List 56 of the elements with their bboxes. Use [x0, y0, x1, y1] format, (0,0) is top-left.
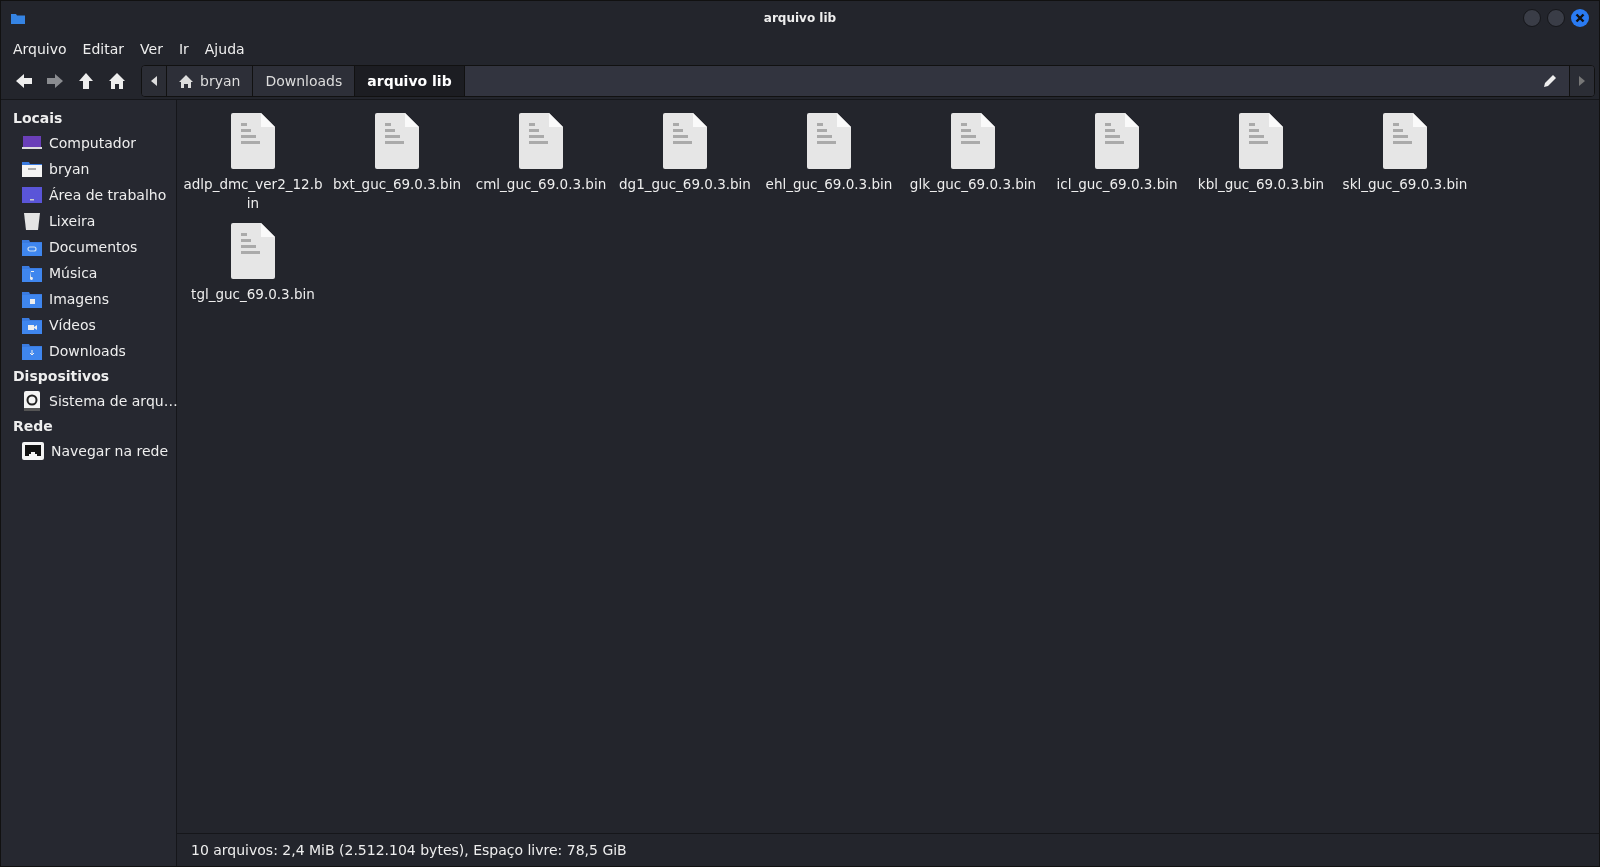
file-name[interactable]: dg1_guc_69.0.3.bin: [615, 175, 755, 194]
file-name[interactable]: bxt_guc_69.0.3.bin: [327, 175, 467, 194]
sidebar-item[interactable]: Vídeos: [1, 312, 176, 338]
sidebar-item[interactable]: Música: [1, 260, 176, 286]
file-name[interactable]: glk_guc_69.0.3.bin: [903, 175, 1043, 194]
up-button[interactable]: [77, 72, 95, 90]
file-name[interactable]: adlp_dmc_ver2_12.bin: [183, 175, 323, 213]
menu-item[interactable]: Ver: [132, 39, 171, 59]
network-icon: [22, 441, 44, 461]
sidebar-item[interactable]: Computador: [1, 130, 176, 156]
section-heading: Rede: [12, 417, 54, 436]
folder-icon: [22, 159, 42, 179]
sidebar-item[interactable]: Sistema de arqu…: [1, 388, 176, 414]
status-text: 10 arquivos: 2,4 MiB (2.512.104 bytes), Espaço livre: 78,5 GiB: [191, 842, 627, 858]
section-heading: Dispositivos: [12, 367, 111, 386]
sidebar-item[interactable]: Navegar na rede: [1, 438, 176, 464]
binary-file-icon: [231, 113, 275, 169]
folder-icon: [22, 264, 42, 282]
file-name[interactable]: tgl_guc_69.0.3.bin: [183, 285, 323, 304]
trash-icon: [22, 211, 42, 231]
binary-file-icon: [951, 113, 995, 169]
binary-file-icon: [1383, 113, 1427, 169]
file-name[interactable]: kbl_guc_69.0.3.bin: [1191, 175, 1331, 194]
sidebar-item[interactable]: bryan: [1, 156, 176, 182]
binary-file-icon: [663, 113, 707, 169]
menu-item[interactable]: Ajuda: [196, 39, 253, 59]
close-button[interactable]: [1571, 9, 1589, 27]
binary-file-icon: [375, 113, 419, 169]
folder-icon: [22, 290, 42, 308]
binary-file-icon: [1095, 113, 1139, 169]
file-name[interactable]: cml_guc_69.0.3.bin: [471, 175, 611, 194]
window-title: arquivo lib: [763, 11, 837, 25]
folder-icon: [11, 12, 25, 24]
home-button[interactable]: [108, 72, 126, 90]
back-button[interactable]: [15, 72, 33, 90]
sidebar-item[interactable]: Documentos: [1, 234, 176, 260]
sidebar-item[interactable]: Lixeira: [1, 208, 176, 234]
binary-file-icon: [1239, 113, 1283, 169]
file-name[interactable]: skl_guc_69.0.3.bin: [1335, 175, 1475, 194]
binary-file-icon: [807, 113, 851, 169]
menu-item[interactable]: Ir: [170, 39, 197, 59]
drive-icon: [22, 391, 42, 411]
sidebar-item[interactable]: Imagens: [1, 286, 176, 312]
section-heading: Locais: [12, 109, 64, 128]
desktop-icon: [22, 185, 42, 205]
folder-icon: [22, 238, 42, 256]
binary-file-icon: [231, 223, 275, 279]
folder-icon: [22, 316, 42, 334]
file-name[interactable]: ehl_guc_69.0.3.bin: [759, 175, 899, 194]
binary-file-icon: [519, 113, 563, 169]
folder-icon: [22, 342, 42, 360]
sidebar-item[interactable]: Downloads: [1, 338, 176, 364]
file-name[interactable]: icl_guc_69.0.3.bin: [1047, 175, 1187, 194]
menu-item[interactable]: Editar: [74, 39, 133, 59]
menu-item[interactable]: Arquivo: [5, 39, 75, 59]
sidebar-item[interactable]: Área de trabalho: [1, 182, 176, 208]
